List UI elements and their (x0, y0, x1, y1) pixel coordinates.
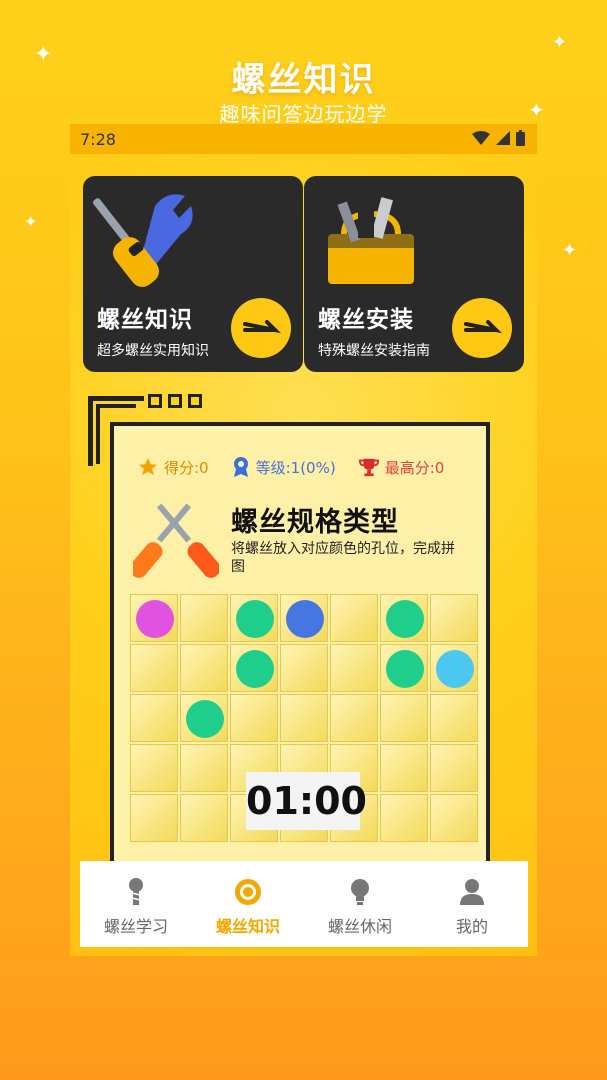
game-description: 将螺丝放入对应颜色的孔位，完成拼图 (231, 541, 455, 575)
grid-cell[interactable] (230, 694, 278, 742)
screwdriver-wrench-icon (93, 194, 193, 287)
grid-cell[interactable] (430, 694, 478, 742)
screw-hole-dot[interactable] (236, 600, 274, 638)
arrow-right-button[interactable] (231, 298, 291, 358)
sparkle-icon: ✦ (562, 240, 578, 261)
card-screw-knowledge[interactable]: 螺丝知识 超多螺丝实用知识 (83, 176, 303, 372)
grid-cell[interactable] (380, 744, 428, 792)
card-screw-installation[interactable]: 螺丝安装 特殊螺丝安装指南 (304, 176, 524, 372)
status-bar: 7:28 (70, 124, 537, 154)
grid-cell[interactable] (230, 594, 278, 642)
status-time: 7:28 (80, 130, 116, 149)
wifi-icon (472, 131, 490, 145)
lightbulb-icon (351, 879, 369, 905)
screw-hole-dot[interactable] (286, 600, 324, 638)
game-title: 螺丝规格类型 (231, 507, 399, 538)
grid-cell[interactable] (130, 794, 178, 842)
square-decoration (148, 394, 202, 408)
grid-cell[interactable] (130, 744, 178, 792)
grid-cell[interactable] (330, 594, 378, 642)
trophy-icon (358, 458, 379, 477)
tab-label: 螺丝休闲 (327, 917, 392, 936)
grid-cell[interactable] (380, 594, 428, 642)
grid-cell[interactable] (330, 694, 378, 742)
promo-subtitle: 趣味问答边玩边学 (219, 102, 388, 126)
tab-screw-learning[interactable]: 螺丝学习 (80, 861, 192, 947)
signal-icon (496, 131, 510, 145)
target-icon (235, 879, 261, 905)
score-stat: 得分:0 (137, 456, 209, 478)
sparkle-icon: ✦ (24, 212, 38, 231)
grid-cell[interactable] (280, 644, 328, 692)
screw-hole-dot[interactable] (236, 650, 274, 688)
screw-icon (129, 878, 143, 905)
screw-hole-dot[interactable] (386, 650, 424, 688)
arrow-right-icon (243, 320, 282, 334)
grid-cell[interactable] (130, 594, 178, 642)
card-subtitle: 超多螺丝实用知识 (97, 343, 209, 359)
grid-cell[interactable] (180, 644, 228, 692)
grid-cell[interactable] (380, 794, 428, 842)
level-stat: 等级:1(0%) (231, 456, 336, 478)
promo-title: 螺丝知识 (231, 60, 376, 100)
game-stats: 得分:0 等级:1(0%) 最高分:0 (137, 456, 467, 478)
arrow-right-button[interactable] (452, 298, 512, 358)
crossed-screwdrivers-icon (133, 503, 219, 578)
tab-profile[interactable]: 我的 (416, 861, 528, 947)
arrow-right-icon (464, 320, 503, 334)
tab-screw-leisure[interactable]: 螺丝休闲 (304, 861, 416, 947)
screw-hole-dot[interactable] (436, 650, 474, 688)
best-score-stat: 最高分:0 (358, 456, 445, 478)
badge-icon (233, 457, 248, 477)
score-label: 得分:0 (164, 458, 209, 477)
grid-cell[interactable] (230, 644, 278, 692)
grid-cell[interactable] (380, 694, 428, 742)
best-score-label: 最高分:0 (384, 458, 445, 477)
grid-cell[interactable] (180, 694, 228, 742)
grid-cell[interactable] (280, 594, 328, 642)
grid-cell[interactable] (430, 644, 478, 692)
grid-cell[interactable] (180, 594, 228, 642)
countdown-timer: 01:00 (246, 772, 367, 830)
tab-label: 我的 (455, 917, 488, 936)
grid-cell[interactable] (430, 744, 478, 792)
status-icons (472, 130, 525, 146)
screw-hole-dot[interactable] (386, 600, 424, 638)
user-icon (460, 879, 484, 905)
tab-label: 螺丝学习 (103, 917, 168, 936)
tab-label: 螺丝知识 (215, 917, 280, 936)
sparkle-icon: ✦ (552, 32, 568, 53)
grid-cell[interactable] (280, 694, 328, 742)
battery-icon (516, 130, 525, 146)
screw-hole-dot[interactable] (186, 700, 224, 738)
grid-cell[interactable] (130, 644, 178, 692)
grid-cell[interactable] (430, 794, 478, 842)
card-title: 螺丝安装 (318, 307, 414, 333)
grid-cell[interactable] (330, 644, 378, 692)
bottom-tab-bar: 螺丝学习 螺丝知识 螺丝休闲 我的 (80, 861, 528, 947)
grid-cell[interactable] (130, 694, 178, 742)
phone-screen: 7:28 螺丝知识 超多螺丝实用知识 螺丝安装 特殊螺丝安装指南 得分:0 等级… (70, 124, 537, 956)
star-icon (138, 457, 158, 476)
card-title: 螺丝知识 (97, 307, 193, 333)
level-label: 等级:1(0%) (255, 458, 336, 477)
grid-cell[interactable] (180, 794, 228, 842)
grid-cell[interactable] (430, 594, 478, 642)
grid-cell[interactable] (180, 744, 228, 792)
screw-hole-dot[interactable] (136, 600, 174, 638)
toolbox-icon (328, 197, 414, 284)
grid-cell[interactable] (380, 644, 428, 692)
card-subtitle: 特殊螺丝安装指南 (318, 343, 430, 359)
tab-screw-knowledge[interactable]: 螺丝知识 (192, 861, 304, 947)
